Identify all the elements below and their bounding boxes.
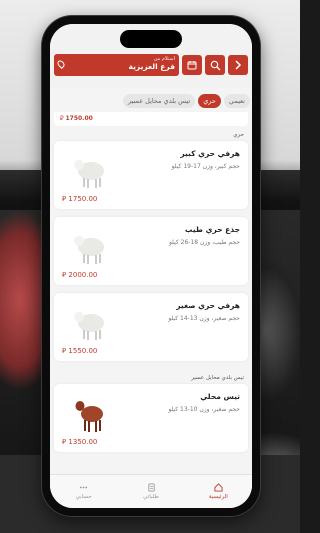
product-name: هرفي حري كبير [180,149,240,158]
pickup-label: استلام من [153,56,175,62]
tab-account[interactable]: حسابي [50,475,117,508]
white-sheep-image [74,160,104,188]
white-sheep-image [74,236,104,264]
tab-harri[interactable]: حري [198,94,221,108]
tab-account-label: حسابي [75,494,92,500]
product-desc: حجم كبير، وزن 17-19 كيلو [171,163,240,170]
product-price: ⃁ 1550.00 [62,347,98,355]
product-name: تيس محلي [200,392,240,401]
product-desc: حجم طيب، وزن 18-26 كيلو [168,239,240,246]
product-desc: حجم صغير، وزن 10-13 كيلو [168,406,240,413]
back-button[interactable] [228,55,248,75]
phone-frame: استلام من فرع العزيزية نعيمي حري تيس بلد… [42,16,260,516]
tab-orders[interactable]: طلباتي [117,475,184,508]
tab-tais-baladi[interactable]: تيس بلدي محايل عسير [122,94,196,108]
branch-name: فرع العزيزية [128,62,175,71]
product-name: هرفي حري صغير [176,301,240,310]
calendar-icon [187,61,197,70]
riyal-icon: ⃁ [62,347,67,355]
bottom-tab-bar: الرئيسية طلباتي حسابي [50,474,252,508]
section-title: تيس بلدي محايل عسير [191,375,244,381]
tab-naimi[interactable]: نعيمي [223,94,250,108]
product-list[interactable]: ⃁ 1750.00 حري هرفي حري كبير حجم كبير، وز… [50,112,252,474]
product-card[interactable]: تيس محلي حجم صغير، وزن 10-13 كيلو ⃁ 1350… [54,384,248,452]
riyal-icon: ⃁ [62,195,67,203]
orders-icon [147,483,155,492]
product-card[interactable]: هرفي حري كبير حجم كبير، وزن 17-19 كيلو ⃁… [54,141,248,209]
section-title: حري [233,132,244,138]
more-icon [80,486,88,489]
search-button[interactable] [205,55,225,75]
product-card[interactable]: هرفي حري صغير حجم صغير، وزن 13-14 كيلو ⃁… [54,293,248,361]
tab-home-label: الرئيسية [208,494,228,500]
tab-home[interactable]: الرئيسية [185,475,252,508]
calendar-button[interactable] [182,55,202,75]
riyal-icon: ⃁ [62,438,67,446]
branch-selector[interactable]: استلام من فرع العزيزية [54,54,179,76]
tab-orders-label: طلباتي [143,494,159,500]
product-price: ⃁ 1350.00 [62,438,98,446]
product-name: جذع حري طيب [184,225,240,234]
search-icon [210,60,220,70]
previous-card-peek: ⃁ 1750.00 [54,112,248,126]
product-price: ⃁ 1750.00 [62,195,98,203]
chevron-right-icon [235,60,242,70]
riyal-icon: ⃁ [62,271,67,279]
brown-goat-image [75,401,103,432]
product-card[interactable]: جذع حري طيب حجم طيب، وزن 18-26 كيلو ⃁ 20… [54,217,248,285]
home-icon [214,483,223,492]
dynamic-island [120,30,182,48]
app-screen: استلام من فرع العزيزية نعيمي حري تيس بلد… [50,24,252,508]
white-sheep-image [74,312,104,340]
category-tabs: نعيمي حري تيس بلدي محايل عسير [50,92,252,110]
header-bar: استلام من فرع العزيزية [54,54,248,76]
product-price: ⃁ 2000.00 [62,271,98,279]
peek-price: ⃁ 1750.00 [60,115,93,122]
product-desc: حجم صغير، وزن 13-14 كيلو [168,315,240,322]
